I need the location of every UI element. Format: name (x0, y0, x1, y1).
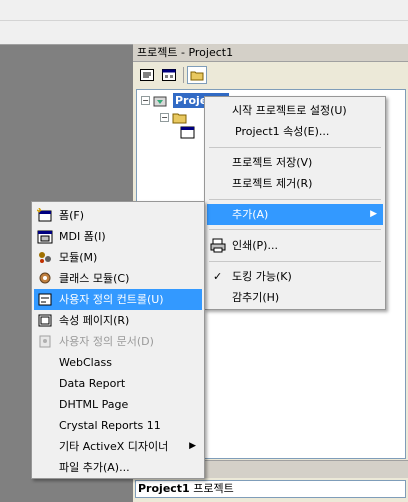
project-icon (153, 96, 167, 106)
checkmark-icon: ✓ (213, 270, 223, 283)
menu-save-project[interactable]: 프로젝트 저장(V) (207, 152, 383, 173)
property-page-icon (38, 314, 52, 327)
project-explorer-title: 프로젝트 - Project1 (133, 44, 408, 62)
view-object-button[interactable] (159, 66, 179, 84)
view-code-icon (140, 69, 154, 81)
submenu-arrow-icon: ▶ (370, 209, 377, 219)
project-context-menu: 시작 프로젝트로 설정(U) Project1 속성(E)... 프로젝트 저장… (204, 96, 386, 310)
menu-remove-project[interactable]: 프로젝트 제거(R) (207, 173, 383, 194)
project-explorer-toolbar (133, 63, 408, 87)
menu-hide[interactable]: 감추기(H) (207, 287, 383, 308)
form-icon (37, 208, 52, 222)
printer-icon (210, 238, 226, 253)
folder-icon (172, 113, 187, 124)
add-submenu: 폼(F) MDI 폼(I) 모듈(M) 클래스 모듈(C) 사용자 정의 컨트롤… (31, 201, 205, 479)
submenu-arrow-icon: ▶ (189, 441, 196, 451)
tree-node-forms[interactable]: − (160, 111, 188, 124)
module-icon (39, 252, 51, 263)
ide-toolbar-area (0, 0, 408, 45)
submenu-crystal-reports[interactable]: Crystal Reports 11 (34, 415, 202, 436)
toggle-folders-button[interactable] (187, 66, 207, 84)
submenu-property-page[interactable]: 속성 페이지(R) (34, 310, 202, 331)
submenu-module[interactable]: 모듈(M) (34, 247, 202, 268)
submenu-dhtml-page[interactable]: DHTML Page (34, 394, 202, 415)
menu-dockable[interactable]: ✓ 도킹 가능(K) (207, 266, 383, 287)
submenu-data-report[interactable]: Data Report (34, 373, 202, 394)
class-module-icon (39, 272, 51, 284)
submenu-add-file[interactable]: 파일 추가(A)... (34, 457, 202, 478)
collapse-icon[interactable]: − (160, 113, 169, 122)
submenu-webclass[interactable]: WebClass (34, 352, 202, 373)
submenu-class-module[interactable]: 클래스 모듈(C) (34, 268, 202, 289)
view-object-icon (162, 69, 176, 81)
folder-icon (190, 71, 204, 81)
submenu-more-activex-designers[interactable]: 기타 ActiveX 디자이너 ▶ (34, 436, 202, 457)
submenu-user-control[interactable]: 사용자 정의 컨트롤(U) (34, 289, 202, 310)
form-icon (180, 126, 195, 139)
submenu-user-document[interactable]: 사용자 정의 문서(D) (34, 331, 202, 352)
submenu-form[interactable]: 폼(F) (34, 205, 202, 226)
view-code-button[interactable] (137, 66, 157, 84)
object-selector-combo[interactable]: Project1 프로젝트 (135, 480, 406, 498)
collapse-icon[interactable]: − (141, 96, 150, 105)
mdi-form-icon (37, 230, 53, 244)
menu-print[interactable]: 인쇄(P)... (207, 235, 383, 256)
tree-node-form1[interactable] (180, 126, 196, 139)
menu-set-startup-project[interactable]: 시작 프로젝트로 설정(U) (207, 100, 383, 121)
submenu-mdi-form[interactable]: MDI 폼(I) (34, 226, 202, 247)
user-document-icon (39, 335, 51, 348)
user-control-icon (38, 293, 52, 306)
menu-add[interactable]: 추가(A) ▶ (207, 204, 383, 225)
menu-project-properties[interactable]: Project1 속성(E)... (207, 121, 383, 142)
